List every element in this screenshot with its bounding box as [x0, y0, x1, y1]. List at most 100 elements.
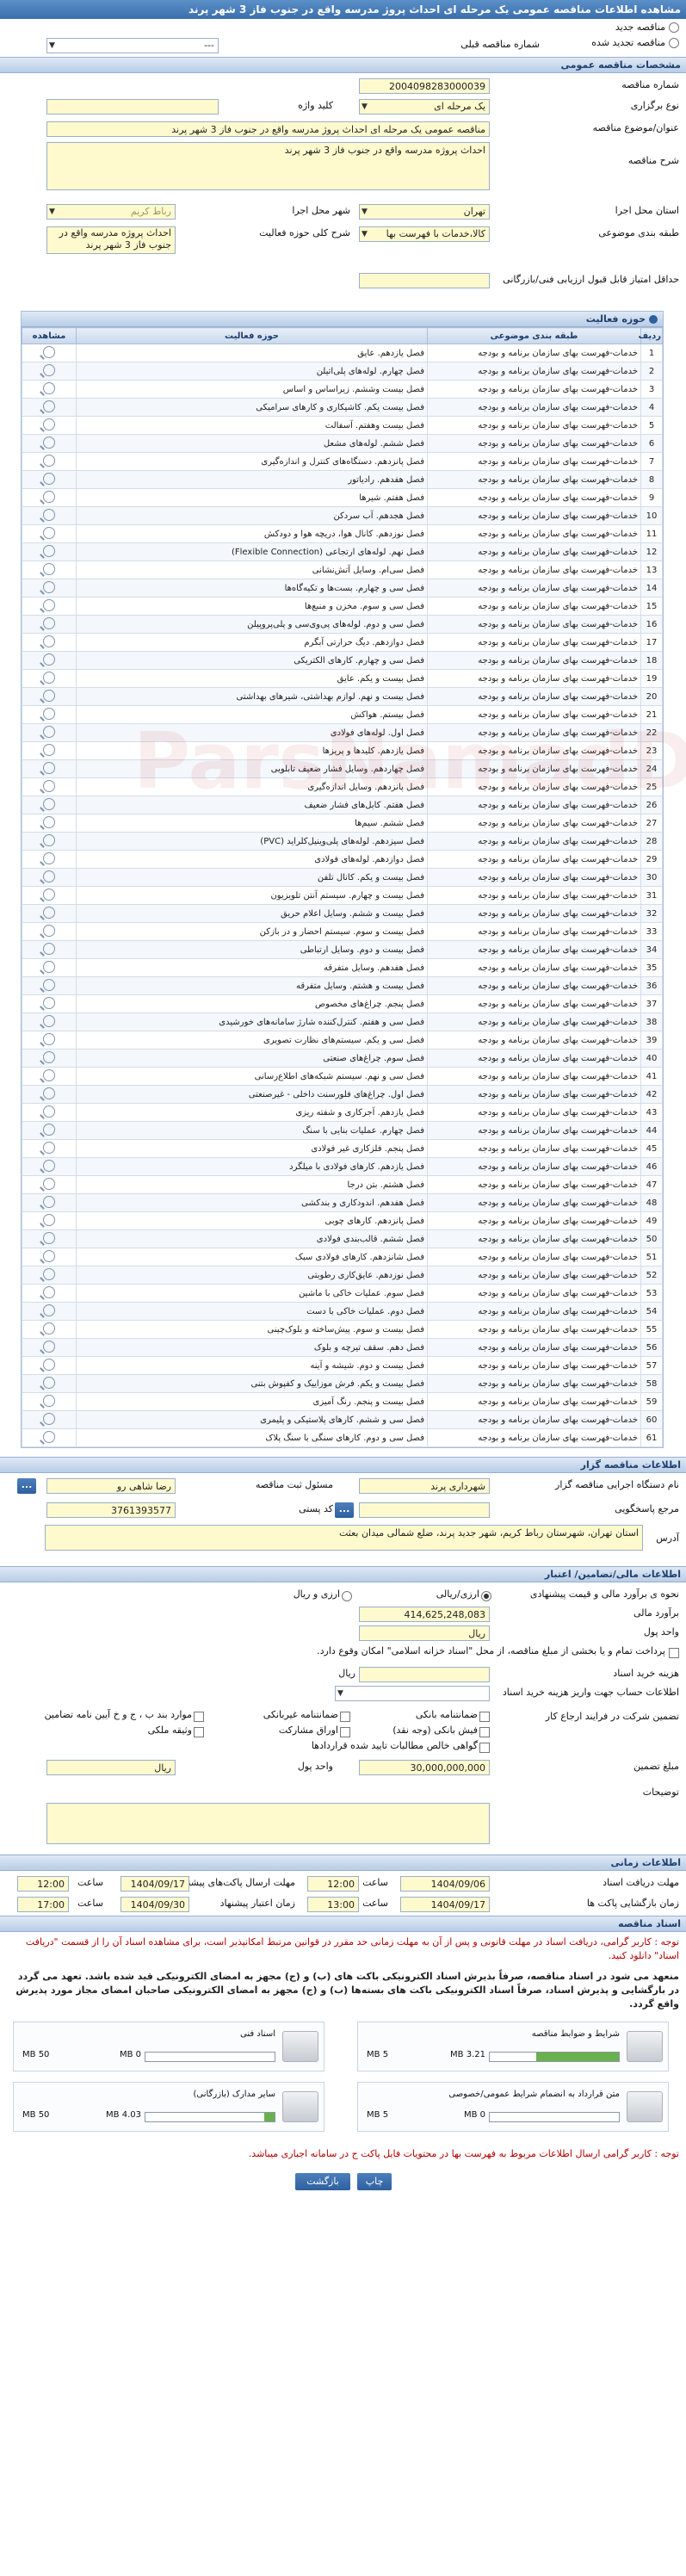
magnifier-icon[interactable] [43, 490, 55, 503]
row-view[interactable] [22, 1085, 77, 1104]
magnifier-icon[interactable] [43, 1322, 55, 1334]
document-card[interactable]: اسناد فنی 0 MB 50 MB [13, 2022, 324, 2071]
row-view[interactable] [22, 1284, 77, 1303]
radio-currency[interactable] [342, 1591, 352, 1601]
document-card[interactable]: متن قرارداد به انضمام شرایط عمومی/خصوصی 0… [357, 2082, 669, 2132]
row-view[interactable] [22, 579, 77, 598]
radio-renewed[interactable] [669, 38, 679, 48]
row-view[interactable] [22, 524, 77, 543]
row-view[interactable] [22, 1012, 77, 1031]
row-view[interactable] [22, 1193, 77, 1212]
magnifier-icon[interactable] [43, 1303, 55, 1316]
row-view[interactable] [22, 796, 77, 814]
back-button[interactable]: بازگشت [295, 2173, 350, 2190]
magnifier-icon[interactable] [43, 833, 55, 846]
row-view[interactable] [22, 922, 77, 941]
row-view[interactable] [22, 1428, 77, 1447]
row-view[interactable] [22, 976, 77, 995]
magnifier-icon[interactable] [43, 1231, 55, 1244]
row-view[interactable] [22, 868, 77, 887]
reference-more-button[interactable]: ... [335, 1502, 354, 1518]
row-view[interactable] [22, 1211, 77, 1230]
magnifier-icon[interactable] [43, 779, 55, 792]
row-view[interactable] [22, 1410, 77, 1429]
magnifier-icon[interactable] [43, 1249, 55, 1262]
row-view[interactable] [22, 1320, 77, 1339]
magnifier-icon[interactable] [43, 1141, 55, 1154]
magnifier-icon[interactable] [43, 1285, 55, 1298]
row-view[interactable] [22, 850, 77, 869]
officer-more-button[interactable]: ... [17, 1478, 36, 1494]
magnifier-icon[interactable] [43, 851, 55, 864]
row-view[interactable] [22, 1302, 77, 1321]
magnifier-icon[interactable] [43, 345, 55, 358]
magnifier-icon[interactable] [43, 1068, 55, 1081]
row-view[interactable] [22, 452, 77, 471]
row-view[interactable] [22, 434, 77, 453]
keyword-input[interactable] [46, 99, 219, 115]
document-card[interactable]: شرایط و ضوابط مناقصه 3.21 MB 5 MB [357, 2022, 669, 2071]
magnifier-icon[interactable] [43, 1394, 55, 1407]
magnifier-icon[interactable] [43, 436, 55, 449]
magnifier-icon[interactable] [43, 870, 55, 882]
magnifier-icon[interactable] [43, 635, 55, 647]
row-view[interactable] [22, 759, 77, 778]
row-view[interactable] [22, 687, 77, 706]
tender-type-select[interactable]: یک مرحله ای ▼ [359, 99, 490, 115]
magnifier-icon[interactable] [43, 689, 55, 702]
magnifier-icon[interactable] [43, 363, 55, 376]
magnifier-icon[interactable] [43, 1213, 55, 1226]
row-view[interactable] [22, 669, 77, 688]
prev-number-select[interactable]: --- ▼ [46, 38, 219, 53]
activities-collapse-icon[interactable] [649, 315, 658, 324]
row-view[interactable] [22, 1031, 77, 1050]
magnifier-icon[interactable] [43, 1267, 55, 1280]
magnifier-icon[interactable] [43, 1123, 55, 1136]
row-view[interactable] [22, 1121, 77, 1140]
magnifier-icon[interactable] [43, 399, 55, 412]
magnifier-icon[interactable] [43, 616, 55, 629]
magnifier-icon[interactable] [43, 580, 55, 593]
row-view[interactable] [22, 1139, 77, 1158]
province-select[interactable]: تهران ▼ [359, 204, 490, 220]
row-view[interactable] [22, 1175, 77, 1194]
row-view[interactable] [22, 542, 77, 561]
row-view[interactable] [22, 416, 77, 435]
magnifier-icon[interactable] [43, 960, 55, 973]
row-view[interactable] [22, 1067, 77, 1086]
row-view[interactable] [22, 398, 77, 417]
row-view[interactable] [22, 814, 77, 833]
row-view[interactable] [22, 994, 77, 1013]
magnifier-icon[interactable] [43, 797, 55, 810]
magnifier-icon[interactable] [43, 996, 55, 1009]
document-card[interactable]: سایر مدارک (بازرگانی) 4.03 MB 50 MB [13, 2082, 324, 2132]
magnifier-icon[interactable] [43, 1014, 55, 1027]
row-view[interactable] [22, 723, 77, 742]
print-button[interactable]: چاپ [357, 2173, 392, 2190]
magnifier-icon[interactable] [43, 544, 55, 557]
row-view[interactable] [22, 633, 77, 652]
row-view[interactable] [22, 1157, 77, 1176]
row-view[interactable] [22, 777, 77, 796]
magnifier-icon[interactable] [43, 508, 55, 521]
magnifier-icon[interactable] [43, 1376, 55, 1389]
row-view[interactable] [22, 705, 77, 724]
magnifier-icon[interactable] [43, 526, 55, 539]
city-select[interactable]: رباط کریم ▼ [46, 204, 176, 220]
row-view[interactable] [22, 344, 77, 362]
row-view[interactable] [22, 615, 77, 634]
row-view[interactable] [22, 597, 77, 616]
magnifier-icon[interactable] [43, 1340, 55, 1353]
magnifier-icon[interactable] [43, 761, 55, 774]
row-view[interactable] [22, 506, 77, 525]
magnifier-icon[interactable] [43, 1105, 55, 1118]
magnifier-icon[interactable] [43, 598, 55, 611]
row-view[interactable] [22, 1266, 77, 1285]
row-view[interactable] [22, 1392, 77, 1411]
magnifier-icon[interactable] [43, 1358, 55, 1371]
row-view[interactable] [22, 1338, 77, 1357]
row-view[interactable] [22, 1229, 77, 1248]
magnifier-icon[interactable] [43, 1177, 55, 1190]
row-view[interactable] [22, 1103, 77, 1122]
magnifier-icon[interactable] [43, 418, 55, 430]
